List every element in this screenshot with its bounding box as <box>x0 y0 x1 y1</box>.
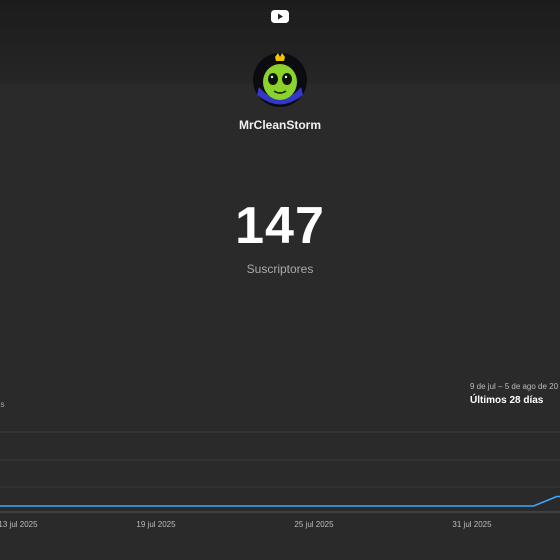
channel-name[interactable]: MrCleanStorm <box>0 118 560 132</box>
subscriber-chart <box>0 431 560 513</box>
series-line <box>0 495 560 507</box>
date-range: 9 de jul – 5 de ago de 20 <box>470 382 559 391</box>
x-tick-label: 31 jul 2025 <box>452 520 492 529</box>
subscriber-count: 147 <box>235 197 325 255</box>
chart-y-label: es <box>0 400 5 409</box>
range-title[interactable]: Últimos 28 días <box>470 395 543 406</box>
avatar[interactable] <box>253 51 307 107</box>
x-tick-label: 25 jul 2025 <box>294 520 334 529</box>
x-tick-label: 19 jul 2025 <box>136 520 176 529</box>
youtube-icon[interactable] <box>271 10 289 23</box>
green-alien-avatar <box>253 53 307 107</box>
x-tick-label: 13 jul 2025 <box>0 520 38 529</box>
subscriber-label: Suscriptores <box>246 262 314 276</box>
